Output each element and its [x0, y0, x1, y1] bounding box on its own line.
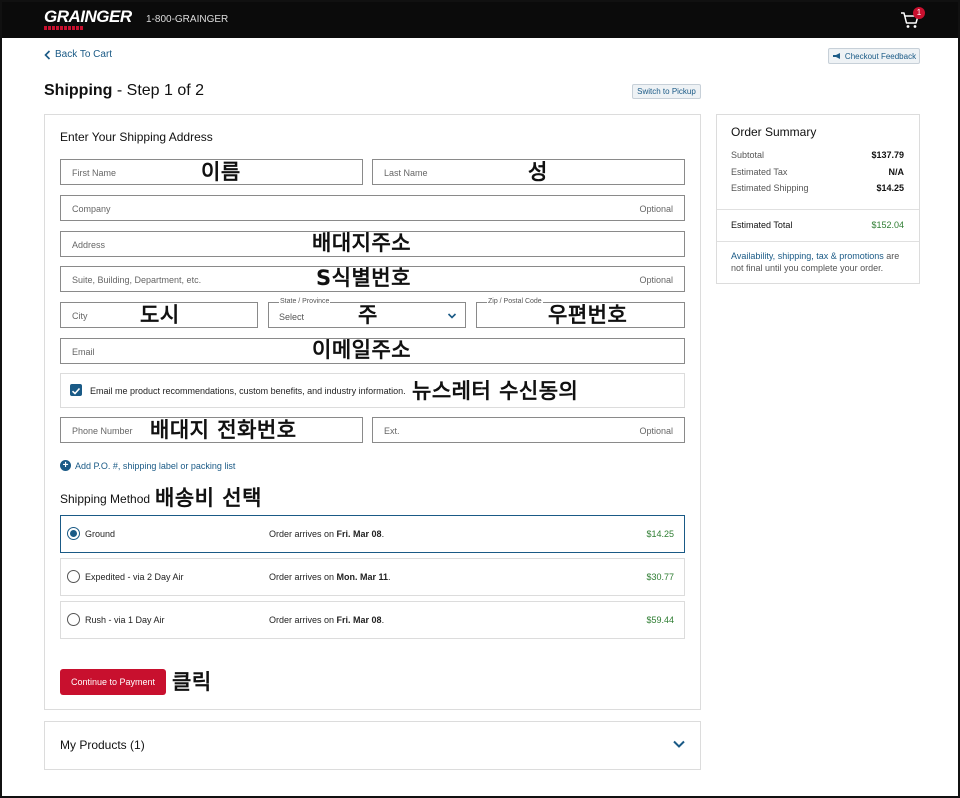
shipping-option-radio[interactable] — [67, 613, 80, 626]
arrival-prefix: Order arrives on — [269, 572, 337, 582]
total-value: $152.04 — [871, 220, 904, 230]
top-bar — [0, 0, 960, 38]
shipping-label: Estimated Shipping — [731, 183, 809, 193]
cart-count-badge: 1 — [913, 7, 925, 19]
ext-field[interactable]: Ext. Optional — [372, 417, 685, 443]
ext-placeholder: Ext. — [384, 426, 400, 436]
suite-optional-label: Optional — [639, 275, 673, 285]
annotation-phone: 배대지 전화번호 — [150, 418, 297, 442]
company-placeholder: Company — [72, 204, 111, 214]
suite-placeholder: Suite, Building, Department, etc. — [72, 275, 202, 285]
subtotal-label: Subtotal — [731, 150, 765, 160]
arrival-date: Mon. Mar 11 — [336, 572, 389, 582]
first-name-placeholder: First Name — [72, 168, 117, 178]
add-po-label: Add P.O. #, shipping label or packing li… — [75, 460, 236, 471]
annotation-first-name: 이름 — [201, 160, 241, 184]
megaphone-icon — [832, 53, 840, 59]
state-selected-value: Select — [279, 312, 305, 322]
shipping-option-radio[interactable] — [67, 527, 80, 540]
shipping-option-name: Ground — [85, 529, 116, 539]
back-to-cart-label: Back To Cart — [55, 49, 113, 60]
shipping-option-price: $30.77 — [646, 572, 674, 582]
last-name-placeholder: Last Name — [384, 168, 428, 178]
plus-circle-icon: + — [60, 460, 71, 471]
shipping-option-name: Rush - via 1 Day Air — [85, 615, 165, 625]
annotation-state: 주 — [358, 303, 378, 327]
shipping-method-title: Shipping Method — [60, 492, 151, 506]
back-to-cart-link[interactable]: Back To Cart — [44, 49, 112, 60]
ext-optional-label: Optional — [639, 426, 673, 436]
shipping-option-arrival: Order arrives on Mon. Mar 11. — [269, 572, 391, 582]
summary-tax-row: Estimated Tax N/A — [731, 167, 904, 177]
shipping-option-price: $59.44 — [646, 615, 674, 625]
shipping-option-arrival: Order arrives on Fri. Mar 08. — [269, 529, 385, 539]
annotation-optin: 뉴스레터 수신동의 — [412, 379, 579, 403]
arrival-prefix: Order arrives on — [269, 615, 337, 625]
my-products-title: My Products (1) — [60, 738, 145, 752]
arrival-prefix: Order arrives on — [269, 529, 337, 539]
summary-divider — [717, 209, 919, 210]
shipping-address-title: Enter Your Shipping Address — [60, 130, 213, 144]
summary-total-row: Estimated Total $152.04 — [731, 220, 904, 230]
chevron-down-icon[interactable] — [672, 738, 686, 750]
checkmark-icon — [71, 387, 81, 395]
shipping-value: $14.25 — [876, 183, 904, 193]
logo-stripe — [44, 26, 84, 30]
state-label: State / Province — [279, 298, 331, 305]
chevron-down-icon — [447, 313, 457, 319]
arrival-date: Fri. Mar 08 — [336, 615, 382, 625]
zip-label: Zip / Postal Code — [487, 298, 543, 305]
page-title: Shipping - Step 1 of 2 — [44, 82, 204, 100]
email-optin-checkbox[interactable] — [70, 384, 82, 396]
email-optin-label: Email me product recommendations, custom… — [90, 386, 406, 396]
add-po-link[interactable]: + Add P.O. #, shipping label or packing … — [60, 460, 235, 471]
chevron-left-icon — [44, 49, 51, 60]
summary-divider — [717, 241, 919, 242]
annotation-email: 이메일주소 — [312, 338, 412, 362]
city-placeholder: City — [72, 311, 88, 321]
tax-label: Estimated Tax — [731, 167, 788, 177]
annotation-zip: 우편번호 — [548, 303, 628, 327]
switch-to-pickup-button[interactable]: Switch to Pickup — [632, 84, 701, 99]
order-summary-title: Order Summary — [731, 125, 817, 139]
annotation-shipping-method: 배송비 선택 — [155, 486, 262, 510]
subtotal-value: $137.79 — [871, 150, 904, 160]
annotation-address: 배대지주소 — [312, 231, 412, 255]
page-title-step: - Step 1 of 2 — [112, 82, 205, 99]
shipping-option-ground[interactable]: Ground Order arrives on Fri. Mar 08. $14… — [60, 515, 685, 553]
checkout-feedback-label: Checkout Feedback — [844, 51, 917, 61]
annotation-last-name: 성 — [528, 160, 548, 184]
arrival-date: Fri. Mar 08 — [336, 529, 382, 539]
shipping-option-price: $14.25 — [646, 529, 674, 539]
summary-subtotal-row: Subtotal $137.79 — [731, 150, 904, 160]
shipping-option-radio[interactable] — [67, 570, 80, 583]
shipping-option-name: Expedited - via 2 Day Air — [85, 572, 184, 582]
total-label: Estimated Total — [731, 220, 793, 230]
grainger-logo[interactable]: GRAINGER — [44, 7, 132, 27]
annotation-city: 도시 — [140, 303, 180, 327]
annotation-suite: S식별번호 — [316, 266, 411, 290]
phone-number[interactable]: 1-800-GRAINGER — [146, 14, 228, 25]
shipping-option-expedited[interactable]: Expedited - via 2 Day Air Order arrives … — [60, 558, 685, 596]
company-optional-label: Optional — [639, 204, 673, 214]
address-placeholder: Address — [72, 240, 106, 250]
page-title-bold: Shipping — [44, 82, 113, 99]
checkout-feedback-button[interactable]: Checkout Feedback — [828, 48, 920, 64]
annotation-click: 클릭 — [172, 670, 212, 694]
company-field[interactable]: Company Optional — [60, 195, 685, 221]
continue-to-payment-button[interactable]: Continue to Payment — [60, 669, 166, 695]
phone-placeholder: Phone Number — [72, 426, 133, 436]
email-placeholder: Email — [72, 347, 95, 357]
summary-note-link[interactable]: Availability, shipping, tax & promotions — [731, 251, 884, 261]
shipping-option-rush[interactable]: Rush - via 1 Day Air Order arrives on Fr… — [60, 601, 685, 639]
summary-shipping-row: Estimated Shipping $14.25 — [731, 183, 904, 193]
shipping-option-arrival: Order arrives on Fri. Mar 08. — [269, 615, 385, 625]
summary-note: Availability, shipping, tax & promotions… — [731, 251, 911, 274]
tax-value: N/A — [888, 167, 905, 177]
